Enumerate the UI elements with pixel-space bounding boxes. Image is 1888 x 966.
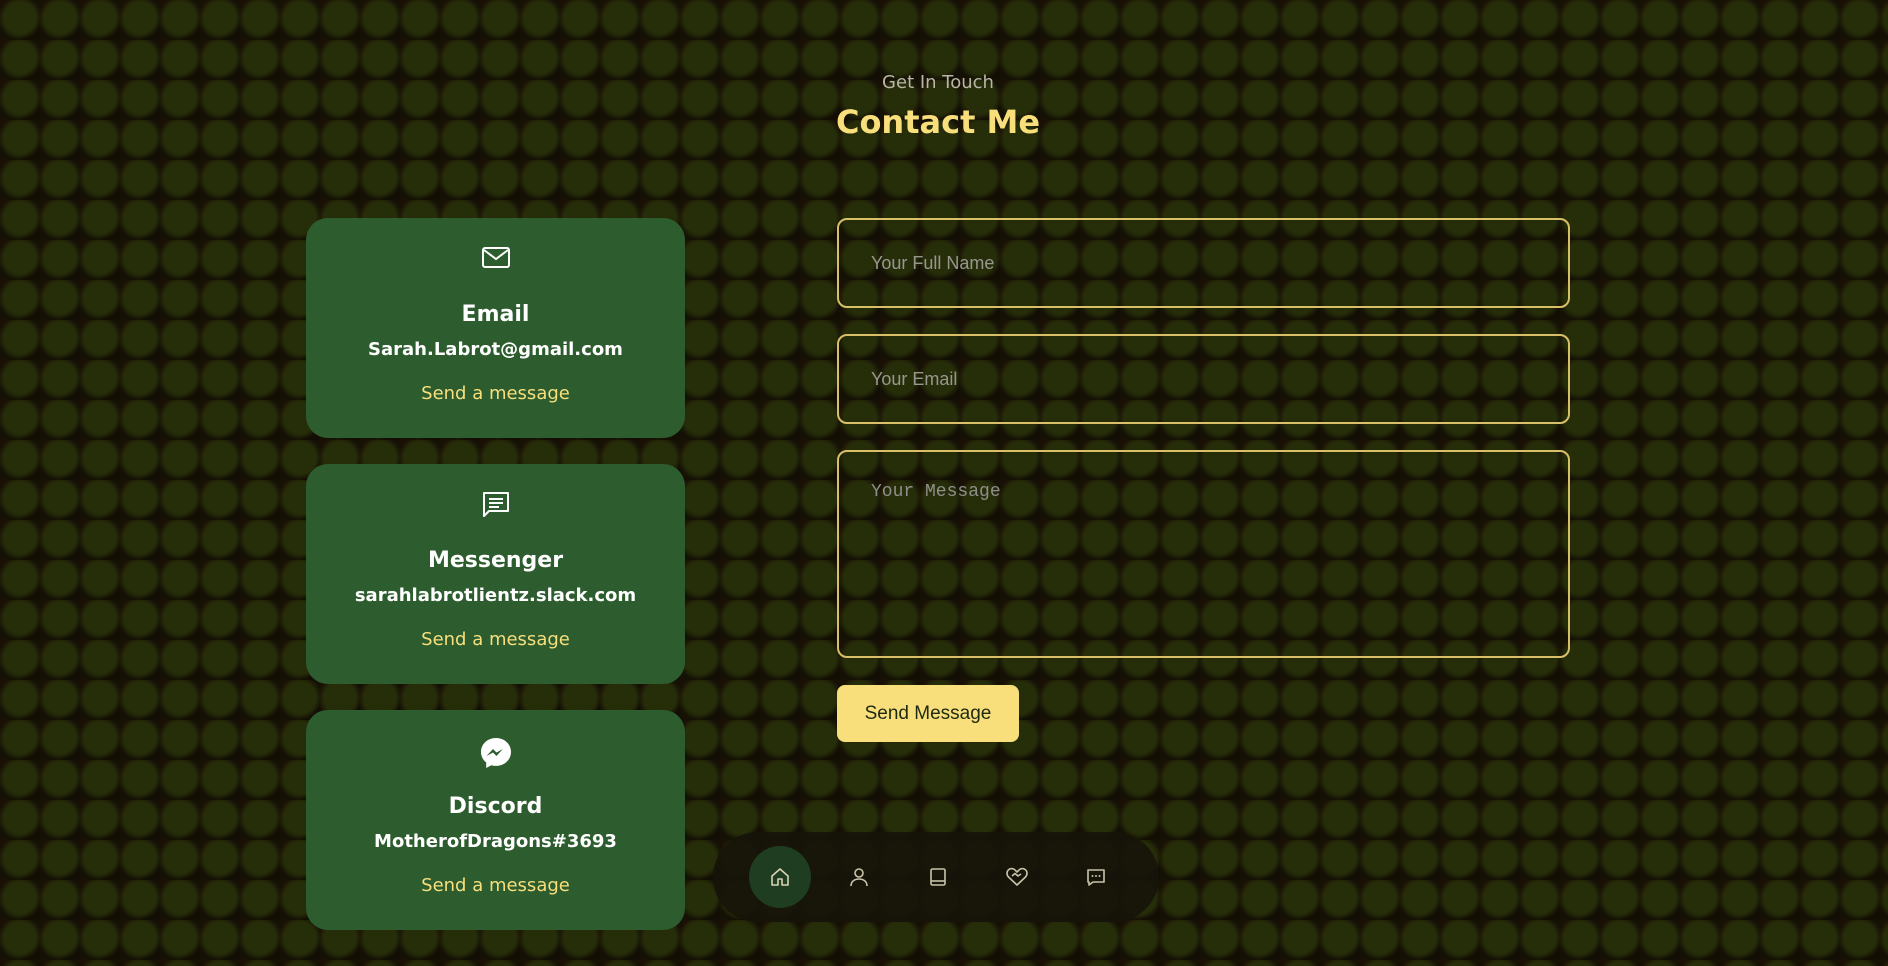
send-message-link[interactable]: Send a message <box>306 629 685 650</box>
chat-icon <box>306 490 685 520</box>
nav-home[interactable] <box>749 846 811 908</box>
send-message-button[interactable]: Send Message <box>837 685 1019 742</box>
send-message-link[interactable]: Send a message <box>306 875 685 896</box>
section-header: Get In Touch Contact Me <box>0 72 1876 141</box>
contact-card-discord: Discord MotherofDragons#3693 Send a mess… <box>306 710 685 930</box>
mail-icon <box>306 244 685 274</box>
bottom-nav <box>713 832 1159 922</box>
nav-about[interactable] <box>828 846 890 908</box>
book-icon <box>930 868 946 886</box>
card-title: Discord <box>448 794 543 819</box>
message-textarea[interactable] <box>837 450 1570 658</box>
message-icon <box>1087 869 1105 886</box>
card-value: sarahlabrotlientz.slack.com <box>354 585 637 606</box>
section-subtitle: Get In Touch <box>882 72 994 93</box>
messenger-icon <box>306 736 685 768</box>
home-icon <box>771 868 789 886</box>
card-title: Messenger <box>427 548 564 573</box>
send-message-link[interactable]: Send a message <box>306 383 685 404</box>
nav-contact[interactable] <box>1065 846 1127 908</box>
contact-card-messenger: Messenger sarahlabrotlientz.slack.com Se… <box>306 464 685 684</box>
nav-services[interactable] <box>986 846 1048 908</box>
nav-experience[interactable] <box>907 846 969 908</box>
card-title: Email <box>461 302 530 327</box>
email-input[interactable] <box>837 334 1570 424</box>
user-icon <box>850 868 868 887</box>
heart-handshake-icon <box>1006 867 1028 886</box>
card-value: Sarah.Labrot@gmail.com <box>368 339 623 360</box>
full-name-input[interactable] <box>837 218 1570 308</box>
card-value: MotherofDragons#3693 <box>374 831 617 852</box>
page-title: Contact Me <box>835 103 1041 141</box>
contact-card-email: Email Sarah.Labrot@gmail.com Send a mess… <box>306 218 685 438</box>
